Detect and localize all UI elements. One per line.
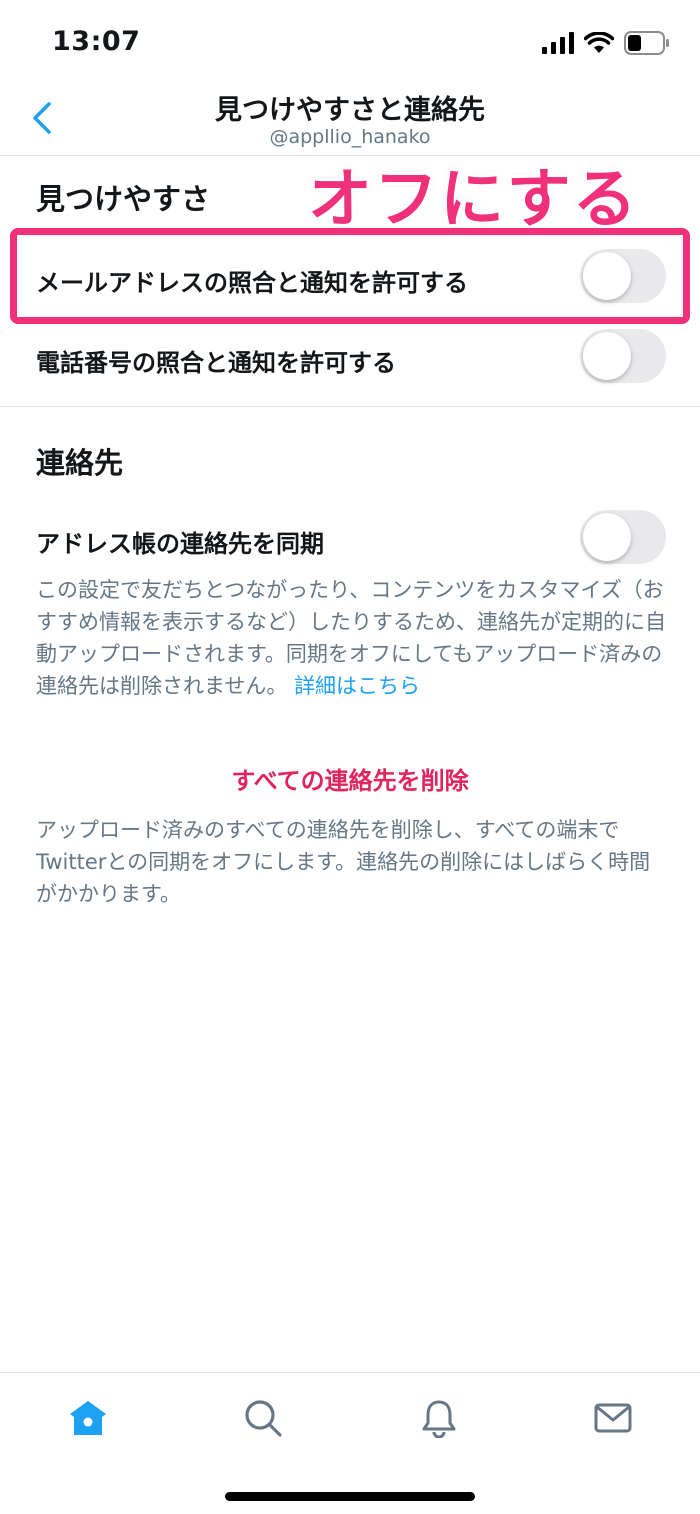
annotation-highlight-box <box>10 228 690 324</box>
toggle-sync-contacts[interactable] <box>580 510 666 564</box>
search-icon <box>245 1400 282 1437</box>
mail-icon <box>594 1403 632 1433</box>
tab-home[interactable] <box>63 1393 113 1443</box>
section-divider <box>0 406 700 407</box>
home-icon <box>70 1401 106 1435</box>
toggle-phone-matching[interactable] <box>580 329 666 383</box>
wifi-icon <box>584 32 614 53</box>
annotation-caption: オフにする <box>308 163 639 237</box>
toggle-knob <box>583 513 631 561</box>
delete-description: アップロード済みのすべての連絡先を削除し、すべての端末でTwitterとの同期を… <box>36 818 651 906</box>
section-header-contacts: 連絡先 <box>36 446 124 480</box>
tab-notifications[interactable] <box>414 1393 464 1443</box>
nav-bar: 見つけやすさと連絡先 @appllio_hanako <box>0 84 700 156</box>
account-handle: @appllio_hanako <box>269 126 431 148</box>
battery-icon <box>624 31 669 55</box>
sync-description: この設定で友だちとつながったり、コンテンツをカスタマイズ（おすすめ情報を表示する… <box>36 574 670 702</box>
page-title: 見つけやすさと連絡先 <box>215 95 485 126</box>
setting-label-sync-contacts: アドレス帳の連絡先を同期 <box>36 530 324 558</box>
status-icons <box>542 28 670 58</box>
tab-search[interactable] <box>238 1393 288 1443</box>
bell-icon <box>422 1400 456 1438</box>
setting-row-sync-contacts: アドレス帳の連絡先を同期 <box>0 500 700 580</box>
setting-label-phone-matching: 電話番号の照合と通知を許可する <box>36 349 396 377</box>
learn-more-link[interactable]: 詳細はこちら <box>294 674 420 698</box>
toggle-knob <box>583 332 631 380</box>
setting-row-phone-matching: 電話番号の照合と通知を許可する <box>0 319 700 399</box>
tab-messages[interactable] <box>588 1393 638 1443</box>
status-time: 13:07 <box>52 26 141 57</box>
cellular-signal-icon <box>542 32 574 54</box>
status-bar: 13:07 <box>0 0 700 84</box>
home-indicator <box>225 1492 475 1501</box>
delete-all-contacts-button[interactable]: すべての連絡先を削除 <box>0 761 700 796</box>
section-header-discoverability: 見つけやすさ <box>36 182 211 216</box>
